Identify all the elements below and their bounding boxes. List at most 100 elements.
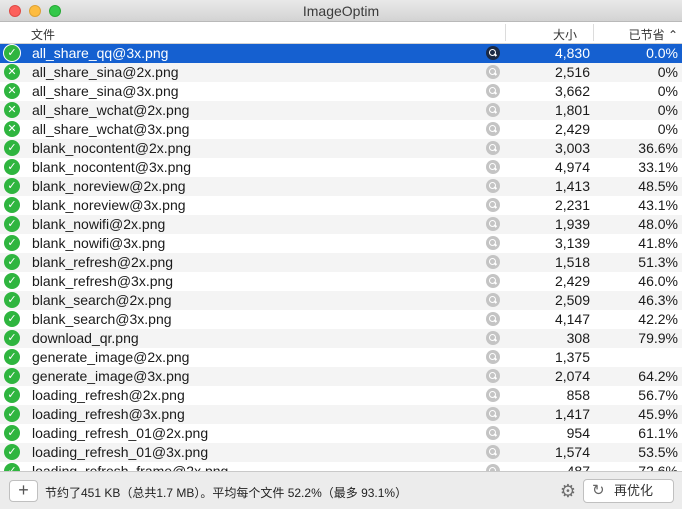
magnifier-icon[interactable]	[486, 236, 500, 250]
table-row[interactable]: ✓ all_share_qq@3x.png 4,830 0.0%	[0, 44, 682, 63]
file-size: 1,413	[554, 178, 590, 194]
magnifier-icon[interactable]	[486, 141, 500, 155]
saved-percent: 0%	[657, 64, 678, 80]
magnifier-icon[interactable]	[486, 369, 500, 383]
magnifier-icon[interactable]	[486, 122, 500, 136]
table-row[interactable]: ✓ loading_refresh_01@3x.png 1,574 53.5%	[0, 443, 682, 462]
reoptimize-label: 再优化	[614, 483, 654, 498]
saved-percent: 56.7%	[638, 387, 678, 403]
saved-percent: 42.2%	[638, 311, 678, 327]
column-header-size[interactable]: 大小	[505, 26, 577, 43]
saved-percent: 48.0%	[638, 216, 678, 232]
checkmark-icon: ✓	[4, 235, 20, 251]
table-row[interactable]: ✓ generate_image@3x.png 2,074 64.2%	[0, 367, 682, 386]
saved-percent: 64.2%	[638, 368, 678, 384]
magnifier-icon[interactable]	[486, 293, 500, 307]
table-row[interactable]: ✓ loading_refresh@2x.png 858 56.7%	[0, 386, 682, 405]
magnifier-icon[interactable]	[486, 274, 500, 288]
saved-percent: 0%	[657, 102, 678, 118]
table-row[interactable]: ✓ blank_noreview@2x.png 1,413 48.5%	[0, 177, 682, 196]
cross-icon: ✕	[4, 83, 20, 99]
saved-percent: 0%	[657, 83, 678, 99]
table-row[interactable]: ✓ blank_noreview@3x.png 2,231 43.1%	[0, 196, 682, 215]
sort-ascending-icon: ⌃	[667, 28, 678, 42]
saved-percent: 53.5%	[638, 444, 678, 460]
file-name: loading_refresh_frame@2x.png	[32, 463, 229, 471]
checkmark-icon: ✓	[4, 330, 20, 346]
file-size: 1,939	[554, 216, 590, 232]
table-row[interactable]: ✓ loading_refresh_01@2x.png 954 61.1%	[0, 424, 682, 443]
magnifier-icon[interactable]	[486, 103, 500, 117]
file-name: generate_image@2x.png	[32, 349, 190, 365]
saved-percent: 46.3%	[638, 292, 678, 308]
magnifier-icon[interactable]	[486, 407, 500, 421]
checkmark-icon: ✓	[4, 444, 20, 460]
checkmark-icon: ✓	[4, 349, 20, 365]
table-row[interactable]: ✕ all_share_wchat@2x.png 1,801 0%	[0, 101, 682, 120]
table-row[interactable]: ✓ blank_search@2x.png 2,509 46.3%	[0, 291, 682, 310]
file-size: 954	[566, 425, 590, 441]
magnifier-icon[interactable]	[486, 255, 500, 269]
file-size: 2,074	[554, 368, 590, 384]
file-name: blank_nowifi@2x.png	[32, 216, 166, 232]
magnifier-icon[interactable]	[486, 160, 500, 174]
saved-percent: 72.6%	[638, 463, 678, 471]
column-header-file[interactable]: 文件	[31, 26, 55, 43]
magnifier-icon[interactable]	[486, 84, 500, 98]
file-name: loading_refresh@2x.png	[32, 387, 185, 403]
file-name: blank_search@3x.png	[32, 311, 172, 327]
magnifier-icon[interactable]	[486, 312, 500, 326]
table-header: 文件 大小 已节省 ⌃	[0, 22, 682, 44]
table-row[interactable]: ✓ generate_image@2x.png 1,375	[0, 348, 682, 367]
gear-icon[interactable]: ⚙	[558, 481, 578, 501]
file-name: all_share_qq@3x.png	[32, 45, 169, 61]
magnifier-icon[interactable]	[486, 198, 500, 212]
reoptimize-button[interactable]: ↻ 再优化	[583, 479, 674, 503]
file-name: blank_nocontent@2x.png	[32, 140, 191, 156]
table-row[interactable]: ✓ blank_nowifi@2x.png 1,939 48.0%	[0, 215, 682, 234]
table-row[interactable]: ✓ loading_refresh@3x.png 1,417 45.9%	[0, 405, 682, 424]
table-row[interactable]: ✓ blank_nowifi@3x.png 3,139 41.8%	[0, 234, 682, 253]
file-size: 1,574	[554, 444, 590, 460]
magnifier-icon[interactable]	[486, 445, 500, 459]
file-name: blank_refresh@2x.png	[32, 254, 174, 270]
checkmark-icon: ✓	[4, 140, 20, 156]
table-row[interactable]: ✓ blank_refresh@3x.png 2,429 46.0%	[0, 272, 682, 291]
table-row[interactable]: ✕ all_share_wchat@3x.png 2,429 0%	[0, 120, 682, 139]
file-name: generate_image@3x.png	[32, 368, 190, 384]
file-size: 2,429	[554, 121, 590, 137]
table-row[interactable]: ✕ all_share_sina@2x.png 2,516 0%	[0, 63, 682, 82]
saved-percent: 36.6%	[638, 140, 678, 156]
magnifier-icon[interactable]	[486, 464, 500, 471]
app-window: ImageOptim 文件 大小 已节省 ⌃ ✓ all_share_qq@3x.…	[0, 0, 682, 509]
file-name: blank_noreview@3x.png	[32, 197, 186, 213]
saved-percent: 0%	[657, 121, 678, 137]
magnifier-icon[interactable]	[486, 46, 500, 60]
saved-percent: 79.9%	[638, 330, 678, 346]
cross-icon: ✕	[4, 102, 20, 118]
table-row[interactable]: ✓ loading_refresh_frame@2x.png 487 72.6%	[0, 462, 682, 471]
table-row[interactable]: ✓ download_qr.png 308 79.9%	[0, 329, 682, 348]
cross-icon: ✕	[4, 64, 20, 80]
file-name: blank_noreview@2x.png	[32, 178, 186, 194]
table-row[interactable]: ✓ blank_refresh@2x.png 1,518 51.3%	[0, 253, 682, 272]
table-row[interactable]: ✓ blank_nocontent@3x.png 4,974 33.1%	[0, 158, 682, 177]
table-row[interactable]: ✓ blank_nocontent@2x.png 3,003 36.6%	[0, 139, 682, 158]
magnifier-icon[interactable]	[486, 388, 500, 402]
column-header-saved[interactable]: 已节省 ⌃	[594, 26, 678, 43]
checkmark-icon: ✓	[4, 406, 20, 422]
magnifier-icon[interactable]	[486, 331, 500, 345]
checkmark-icon: ✓	[4, 311, 20, 327]
magnifier-icon[interactable]	[486, 179, 500, 193]
magnifier-icon[interactable]	[486, 350, 500, 364]
file-name: all_share_sina@2x.png	[32, 64, 179, 80]
magnifier-icon[interactable]	[486, 426, 500, 440]
table-row[interactable]: ✕ all_share_sina@3x.png 3,662 0%	[0, 82, 682, 101]
file-list[interactable]: ✓ all_share_qq@3x.png 4,830 0.0% ✕ all_share_…	[0, 44, 682, 471]
checkmark-icon: ✓	[4, 254, 20, 270]
magnifier-icon[interactable]	[486, 65, 500, 79]
add-files-button[interactable]: +	[9, 480, 38, 502]
table-row[interactable]: ✓ blank_search@3x.png 4,147 42.2%	[0, 310, 682, 329]
checkmark-icon: ✓	[4, 273, 20, 289]
magnifier-icon[interactable]	[486, 217, 500, 231]
